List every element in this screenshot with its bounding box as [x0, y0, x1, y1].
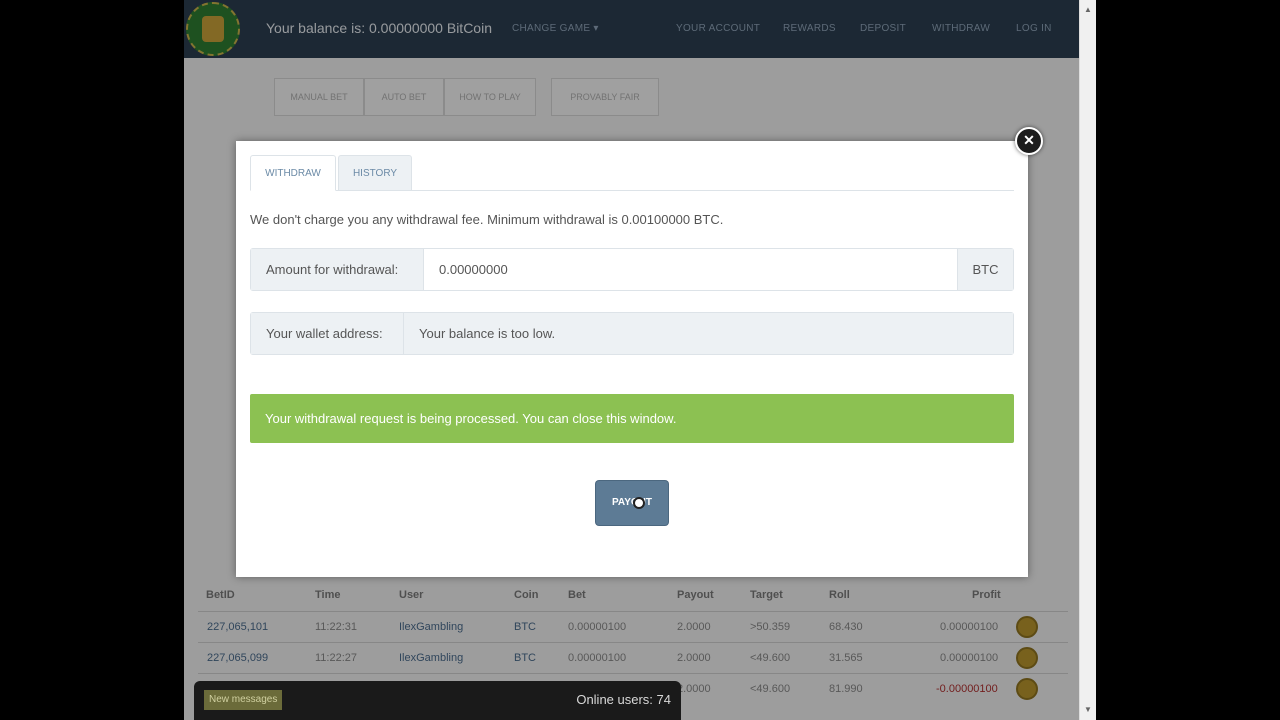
online-users-count: Online users: 74	[576, 692, 671, 707]
withdraw-modal: WITHDRAW HISTORY We don't charge you any…	[236, 141, 1028, 577]
right-margin	[1096, 0, 1280, 720]
success-alert: Your withdrawal request is being process…	[250, 394, 1014, 443]
wallet-address-field[interactable]	[404, 313, 1013, 354]
amount-label: Amount for withdrawal:	[251, 249, 424, 290]
chat-bar[interactable]: New messages Online users: 74	[194, 681, 681, 720]
busy-cursor-icon	[633, 497, 645, 509]
modal-tabs: WITHDRAW HISTORY	[250, 155, 1014, 191]
payout-button[interactable]: PAYOUT	[596, 481, 668, 525]
amount-unit: BTC	[957, 249, 1013, 290]
amount-input[interactable]	[424, 249, 957, 290]
new-messages-badge[interactable]: New messages	[204, 690, 283, 710]
amount-input-group: Amount for withdrawal: BTC	[250, 248, 1014, 291]
page-scrollbar[interactable]: ▲ ▼	[1079, 0, 1096, 720]
wallet-label: Your wallet address:	[251, 313, 404, 354]
close-icon[interactable]: ✕	[1015, 127, 1043, 155]
scroll-up-icon[interactable]: ▲	[1080, 2, 1096, 18]
wallet-input-group: Your wallet address:	[250, 312, 1014, 355]
scroll-down-icon[interactable]: ▼	[1080, 702, 1096, 718]
withdrawal-notice: We don't charge you any withdrawal fee. …	[250, 212, 724, 227]
screen: Your balance is: 0.00000000 BitCoin CHAN…	[0, 0, 1280, 720]
tab-withdraw[interactable]: WITHDRAW	[250, 155, 336, 191]
tab-history[interactable]: HISTORY	[338, 155, 412, 191]
